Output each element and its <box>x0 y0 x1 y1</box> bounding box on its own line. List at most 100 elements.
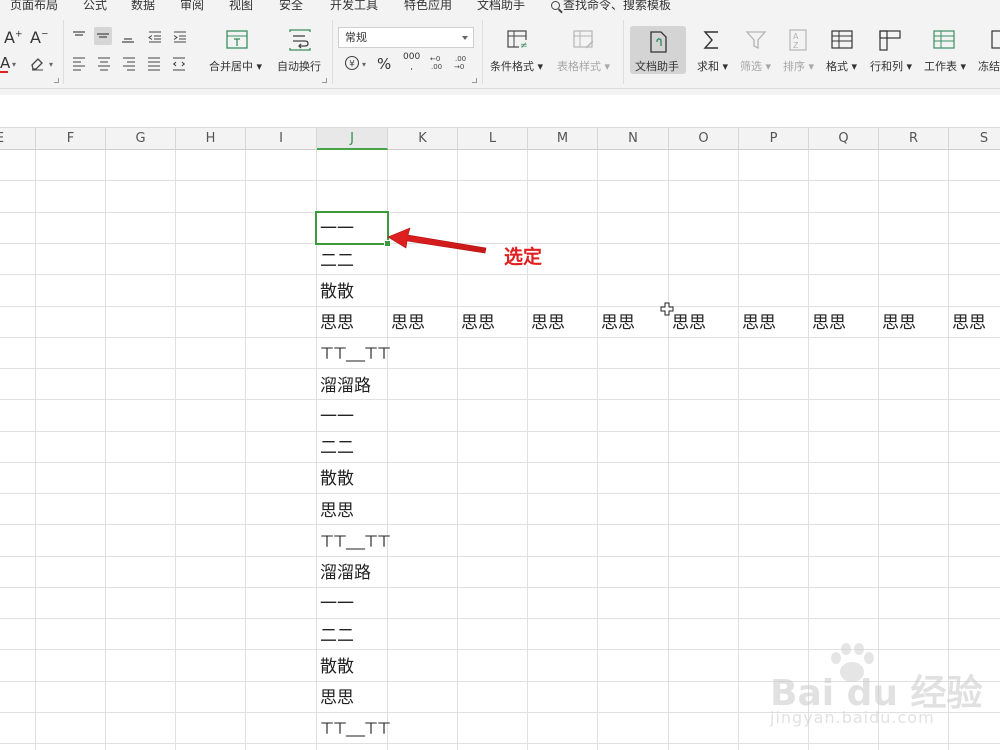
rows-cols-label: 行和列 <box>870 60 903 73</box>
number-group-launcher[interactable] <box>472 78 477 83</box>
number-format-value: 常规 <box>345 31 367 44</box>
column-header-j[interactable]: J <box>317 128 388 150</box>
cell-j-13[interactable]: ㄒㄒ___ㄒㄒ <box>316 527 391 558</box>
align-bottom-icon[interactable] <box>119 28 137 46</box>
align-middle-button[interactable] <box>94 27 112 45</box>
cell-n-6[interactable]: 思思 <box>597 308 668 339</box>
cell-j-5[interactable]: 散散 <box>316 277 387 308</box>
column-header-m[interactable]: M <box>528 128 598 150</box>
alignment-group-launcher[interactable] <box>322 78 327 83</box>
cell-j-7[interactable]: ㄒㄒ___ㄒㄒ <box>316 339 391 370</box>
menu-tab-view[interactable]: 视图 <box>229 0 253 12</box>
cell-j-8[interactable]: 溜溜路 <box>316 371 387 402</box>
freeze-icon[interactable] <box>990 28 1000 52</box>
cell-r-6[interactable]: 思思 <box>878 308 948 339</box>
menu-tab-page-layout[interactable]: 页面布局 <box>10 0 58 12</box>
column-header-n[interactable]: N <box>598 128 669 150</box>
cell-q-6[interactable]: 思思 <box>808 308 878 339</box>
increase-decimal-icon[interactable]: ←0 .00 <box>428 54 446 72</box>
font-color-dropdown-icon[interactable]: ▾ <box>12 60 16 69</box>
cell-j-19[interactable]: ㄒㄒ___ㄒㄒ <box>316 714 391 745</box>
decrease-indent-icon[interactable] <box>146 28 164 46</box>
increase-indent-icon[interactable] <box>171 28 189 46</box>
menu-tab-data[interactable]: 数据 <box>131 0 155 12</box>
cell-m-6[interactable]: 思思 <box>527 308 597 339</box>
cell-l-6[interactable]: 思思 <box>457 308 527 339</box>
freeze-button[interactable]: 冻结 <box>978 58 1000 74</box>
currency-dropdown-icon[interactable]: ▾ <box>362 60 366 69</box>
rows-cols-icon[interactable] <box>878 28 902 52</box>
menu-tab-formulas[interactable]: 公式 <box>83 0 107 12</box>
number-format-select[interactable]: 常规 <box>338 27 474 48</box>
cell-j-11[interactable]: 散散 <box>316 464 387 495</box>
distributed-align-icon[interactable] <box>170 54 188 72</box>
grid-line <box>0 618 1000 619</box>
align-right-icon[interactable] <box>120 54 138 72</box>
eraser-icon[interactable] <box>28 54 46 72</box>
column-header-f[interactable]: F <box>36 128 106 150</box>
filter-label: 筛选 <box>740 60 762 73</box>
column-header-k[interactable]: K <box>388 128 458 150</box>
column-header-i[interactable]: I <box>246 128 317 150</box>
worksheet-icon[interactable] <box>932 28 956 52</box>
menu-tab-special-apps[interactable]: 特色应用 <box>404 0 452 12</box>
format-button[interactable]: 格式 ▾ <box>826 58 857 74</box>
column-header-p[interactable]: P <box>739 128 809 150</box>
cell-k-6[interactable]: 思思 <box>387 308 457 339</box>
cell-j-3[interactable]: 一一 <box>316 214 387 245</box>
justify-icon[interactable] <box>145 54 163 72</box>
menu-tab-doc-helper[interactable]: 文档助手 <box>477 0 525 12</box>
sum-button[interactable]: 求和 ▾ <box>697 58 728 74</box>
format-icon[interactable] <box>830 28 854 52</box>
cell-j-16[interactable]: 二二 <box>316 621 387 652</box>
column-header-s[interactable]: S <box>949 128 1000 150</box>
cell-j-17[interactable]: 散散 <box>316 652 387 683</box>
cell-j-12[interactable]: 思思 <box>316 496 387 527</box>
merge-center-button[interactable]: 合并居中 ▾ <box>209 58 262 74</box>
cell-j-18[interactable]: 思思 <box>316 683 387 714</box>
align-top-icon[interactable] <box>70 28 88 46</box>
sum-icon[interactable] <box>700 28 724 52</box>
thousands-separator-button[interactable]: 000, <box>403 53 420 72</box>
font-color-button[interactable]: A <box>0 54 10 73</box>
auto-wrap-icon[interactable] <box>288 28 312 52</box>
column-header-h[interactable]: H <box>176 128 246 150</box>
menu-tab-review[interactable]: 审阅 <box>180 0 204 12</box>
menu-tab-security[interactable]: 安全 <box>279 0 303 12</box>
menu-tab-developer[interactable]: 开发工具 <box>330 0 378 12</box>
column-header-q[interactable]: Q <box>809 128 879 150</box>
currency-icon[interactable]: ¥ <box>343 54 361 72</box>
worksheet-button[interactable]: 工作表 ▾ <box>924 58 966 74</box>
clear-dropdown-icon[interactable]: ▾ <box>49 60 53 69</box>
conditional-format-icon[interactable]: ≠ <box>506 28 530 52</box>
cell-j-6[interactable]: 思思 <box>316 308 387 339</box>
filter-icon <box>745 31 767 50</box>
ribbon-separator <box>63 20 64 84</box>
percent-button[interactable]: % <box>377 55 391 73</box>
cell-j-4[interactable]: 二二 <box>316 246 387 277</box>
rows-cols-button[interactable]: 行和列 ▾ <box>870 58 912 74</box>
decrease-decimal-icon[interactable]: .00 →0 <box>452 54 470 72</box>
auto-wrap-button[interactable]: 自动换行 <box>277 58 321 74</box>
font-grow-button[interactable]: A+ <box>4 28 23 47</box>
conditional-format-button[interactable]: 条件格式 ▾ <box>490 58 543 74</box>
command-search[interactable]: 查找命令、搜索模板 <box>551 0 671 12</box>
font-shrink-button[interactable]: A− <box>30 28 49 47</box>
grid-line <box>0 274 1000 275</box>
cell-j-15[interactable]: 一一 <box>316 589 387 620</box>
column-header-g[interactable]: G <box>106 128 176 150</box>
column-header-e[interactable]: E <box>0 128 36 150</box>
cell-p-6[interactable]: 思思 <box>738 308 808 339</box>
cell-o-6[interactable]: 思思 <box>668 308 738 339</box>
cell-s-6[interactable]: 思思 <box>948 308 1000 339</box>
font-group-launcher[interactable] <box>54 78 59 83</box>
cell-j-9[interactable]: 一一 <box>316 402 387 433</box>
column-header-l[interactable]: L <box>458 128 528 150</box>
merge-center-icon[interactable] <box>225 28 249 52</box>
align-left-icon[interactable] <box>70 54 88 72</box>
align-center-icon[interactable] <box>95 54 113 72</box>
column-header-r[interactable]: R <box>879 128 949 150</box>
cell-j-14[interactable]: 溜溜路 <box>316 558 387 589</box>
cell-j-10[interactable]: 二二 <box>316 433 387 464</box>
column-header-o[interactable]: O <box>669 128 739 150</box>
